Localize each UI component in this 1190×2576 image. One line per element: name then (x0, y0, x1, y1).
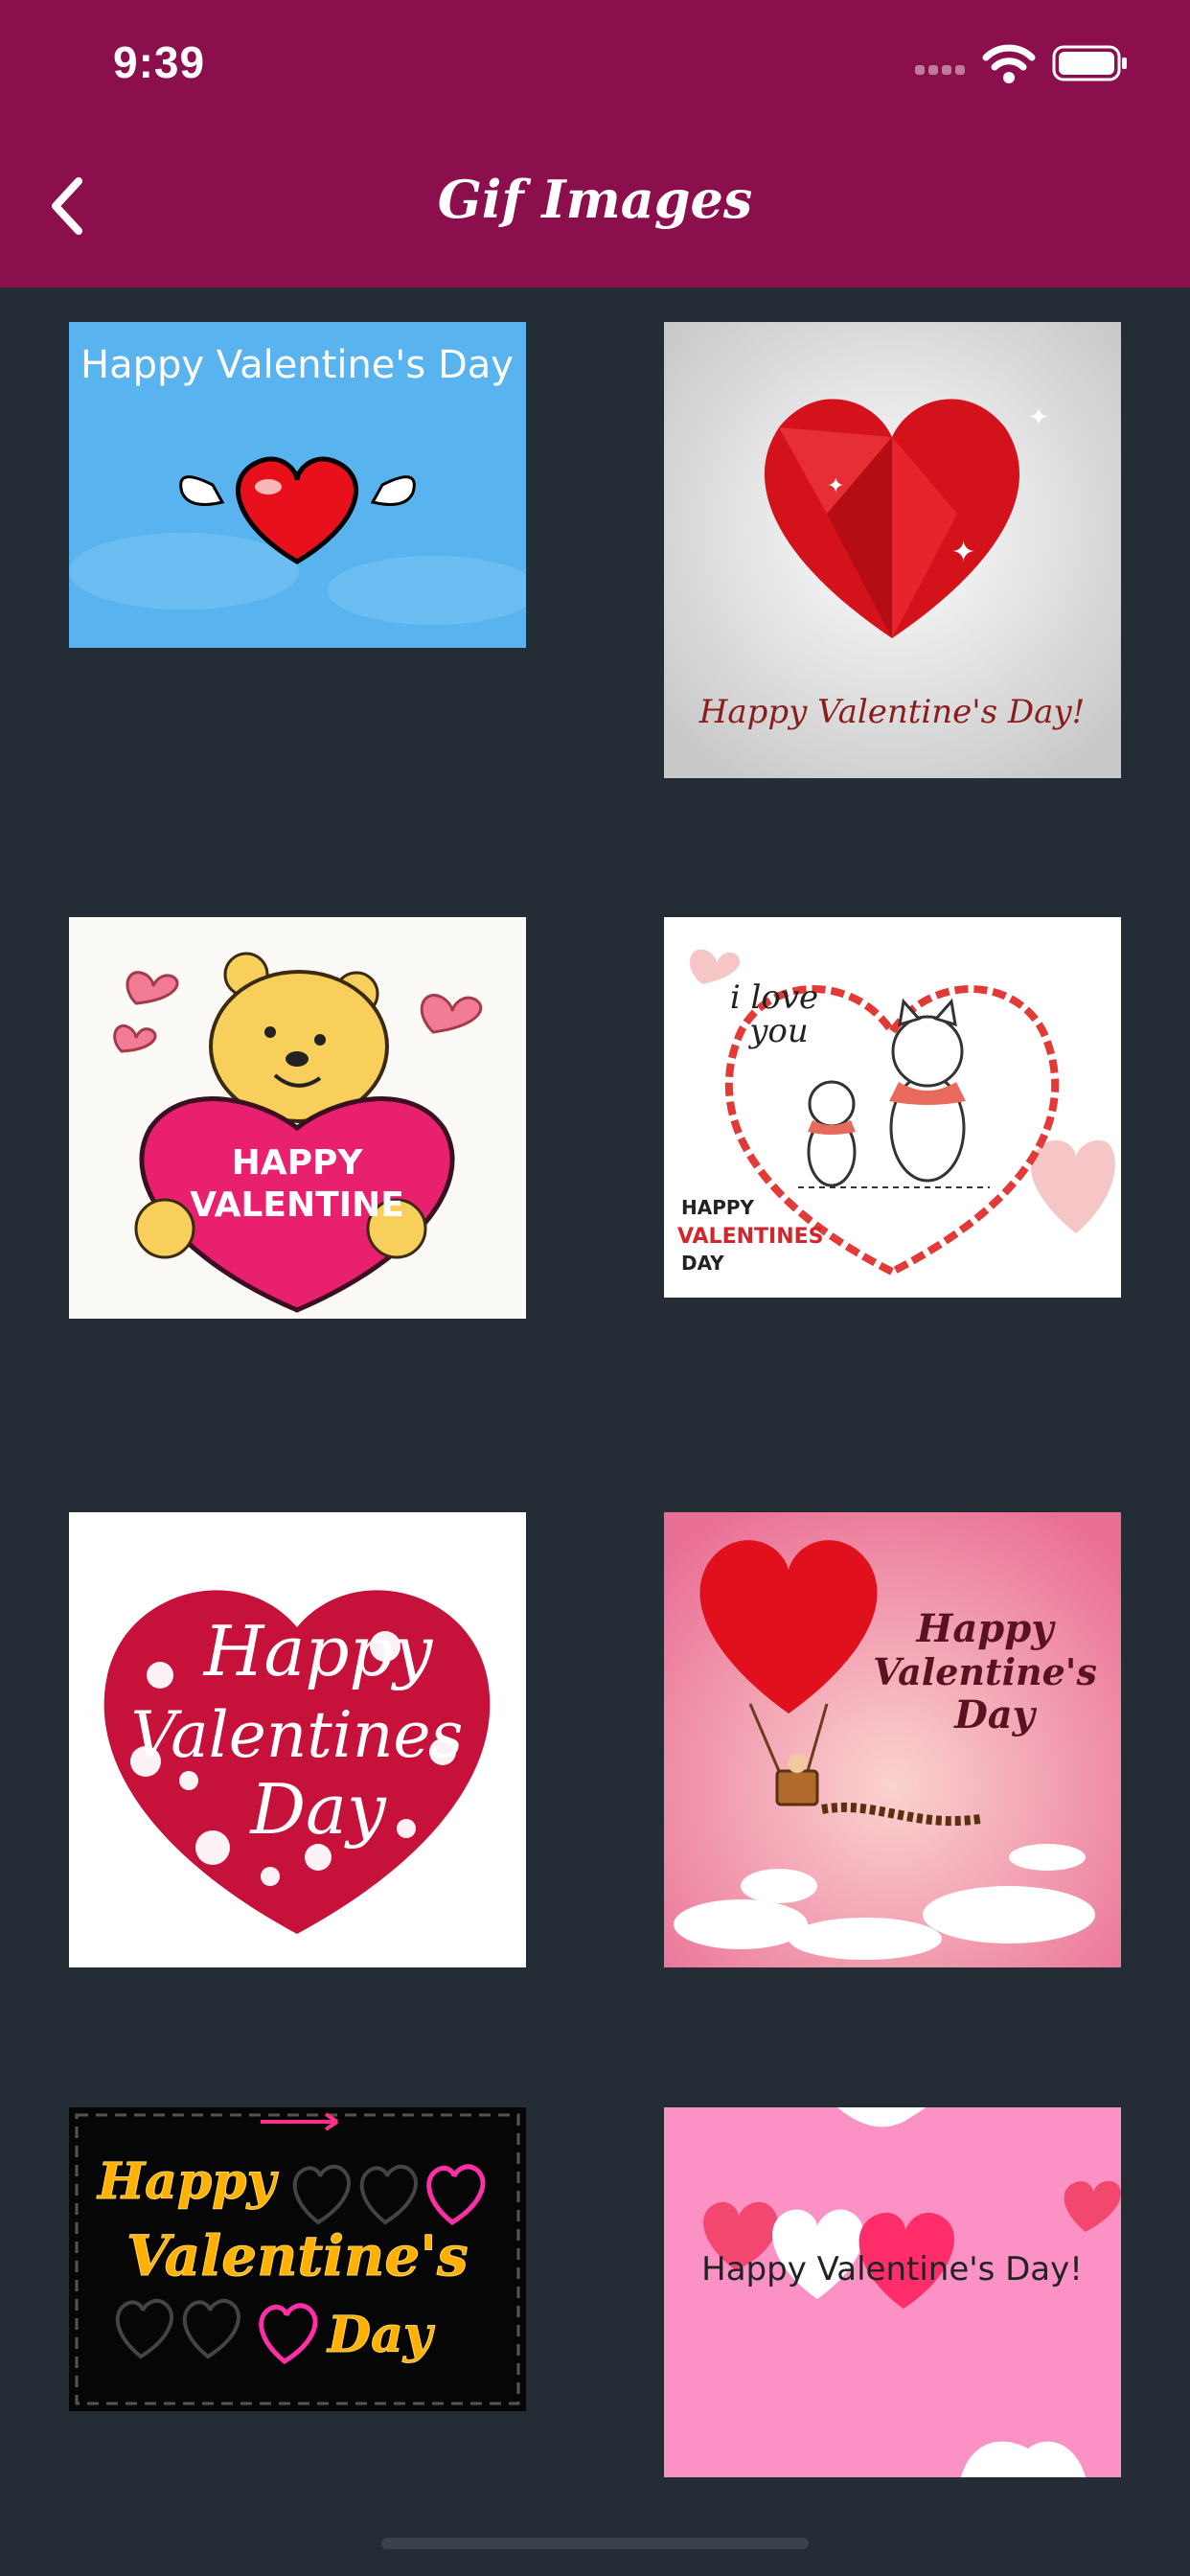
gif-thumbnail-6: Happy Valentine's Day (664, 1512, 1121, 1967)
svg-text:✦: ✦ (951, 536, 975, 569)
gif-card-5[interactable]: Happy Valentines Day (69, 1512, 526, 1967)
card-2-text: Happy Valentine's Day! (698, 693, 1086, 731)
card-4-caption-line1: HAPPY (681, 1196, 755, 1219)
wifi-icon (982, 44, 1036, 83)
card-6-text-line2: Valentine's (873, 1650, 1097, 1693)
card-3-text-line1: HAPPY (232, 1143, 364, 1183)
svg-text:✦: ✦ (1028, 403, 1049, 432)
gif-thumbnail-7: Happy Valentine's Day (69, 2107, 526, 2411)
status-time: 9:39 (113, 37, 206, 87)
gif-card-7[interactable]: Happy Valentine's Day (69, 2107, 526, 2411)
card-6-text-line3: Day (953, 1692, 1038, 1737)
home-indicator[interactable] (381, 2538, 809, 2549)
card-4-title-line2: you (747, 1012, 809, 1050)
card-6-text-line1: Happy (916, 1606, 1057, 1651)
card-5-text-line1: Happy (202, 1611, 434, 1691)
card-4-title-line1: i love (730, 978, 818, 1017)
card-8-text: Happy Valentine's Day! (701, 2250, 1083, 2288)
gif-thumbnail-2: ✦ ✦ ✦ Happy Valentine's Day! (664, 322, 1121, 778)
gif-thumbnail-4: i love you HAPPY VALENTINES DAY (664, 917, 1121, 1298)
page-title: Gif Images (437, 169, 753, 230)
card-7-text-line2: Valentine's (126, 2223, 469, 2288)
battery-icon (1052, 45, 1127, 81)
gif-card-8[interactable]: Happy Valentine's Day! (664, 2107, 1121, 2477)
gif-card-4[interactable]: i love you HAPPY VALENTINES DAY (664, 917, 1121, 1298)
cellular-signal-icon (915, 60, 969, 79)
gif-card-2[interactable]: ✦ ✦ ✦ Happy Valentine's Day! (664, 322, 1121, 778)
card-3-text-line2: VALENTINE (190, 1185, 404, 1225)
gif-thumbnail-5: Happy Valentines Day (69, 1512, 526, 1967)
gif-thumbnail-1: Happy Valentine's Day (69, 322, 526, 648)
card-7-text-line3: Day (326, 2306, 436, 2364)
gif-images-screen: 9:39 Gif Images Happy Valentine's Day ✦ … (0, 0, 1190, 2576)
card-7-text-line1: Happy (96, 2152, 280, 2211)
card-5-text-line2: Valentines (131, 1698, 464, 1772)
card-4-caption-line2: VALENTINES (677, 1225, 824, 1249)
navigation-header: 9:39 Gif Images (0, 0, 1190, 288)
card-4-caption-line3: DAY (681, 1252, 724, 1275)
card-5-text-line3: Day (248, 1769, 387, 1850)
gif-thumbnail-3: HAPPY VALENTINE (69, 917, 526, 1319)
card-1-text: Happy Valentine's Day (80, 343, 514, 387)
svg-text:✦: ✦ (827, 474, 844, 498)
gif-card-6[interactable]: Happy Valentine's Day (664, 1512, 1121, 1967)
gif-card-3[interactable]: HAPPY VALENTINE (69, 917, 526, 1319)
gif-thumbnail-8: Happy Valentine's Day! (664, 2107, 1121, 2477)
gif-card-1[interactable]: Happy Valentine's Day (69, 322, 526, 648)
